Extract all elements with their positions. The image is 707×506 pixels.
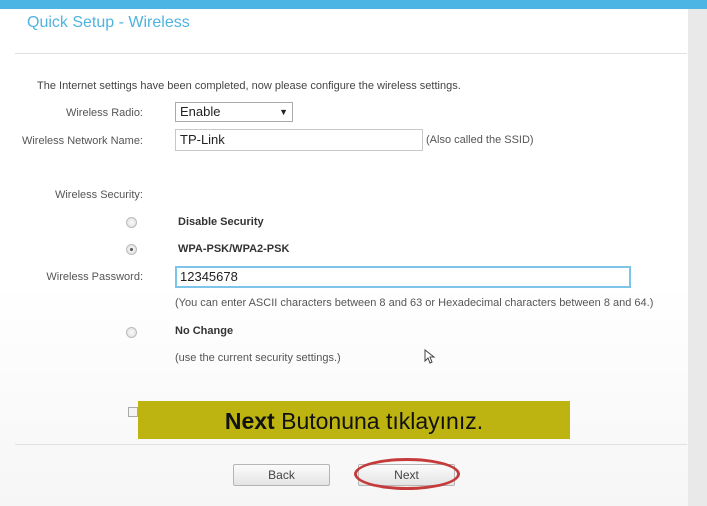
wireless-password-input[interactable]: 12345678: [175, 266, 631, 288]
scrollbar-track[interactable]: [688, 9, 707, 506]
no-change-radio[interactable]: [126, 327, 137, 338]
wireless-security-label: Wireless Security:: [54, 189, 143, 201]
title-divider: [15, 53, 687, 54]
network-name-input[interactable]: TP-Link: [175, 129, 423, 151]
network-name-label: Wireless Network Name:: [21, 135, 143, 147]
disable-security-radio[interactable]: [126, 217, 137, 228]
wireless-radio-select[interactable]: Enable ▼: [175, 102, 293, 122]
wireless-radio-label: Wireless Radio:: [65, 107, 143, 119]
disable-security-label: Disable Security: [178, 216, 264, 228]
mouse-cursor-icon: [424, 349, 436, 364]
password-hint: (You can enter ASCII characters between …: [175, 297, 654, 309]
wpa-psk-label: WPA-PSK/WPA2-PSK: [178, 243, 290, 255]
next-highlight-ring: [354, 458, 460, 490]
wireless-password-label: Wireless Password:: [46, 271, 143, 283]
instruction-banner: Next Butonuna tıklayınız.: [138, 401, 570, 439]
ssid-hint: (Also called the SSID): [426, 134, 534, 146]
wpa-psk-radio[interactable]: [126, 244, 137, 255]
page-title: Quick Setup - Wireless: [27, 14, 190, 31]
dropdown-arrow-icon: ▼: [279, 107, 288, 117]
no-change-hint: (use the current security settings.): [175, 352, 341, 364]
no-change-label: No Change: [175, 325, 234, 337]
wireless-radio-value: Enable: [180, 104, 221, 119]
back-button[interactable]: Back: [233, 464, 330, 486]
banner-bold-word: Next: [224, 408, 275, 434]
banner-text: Butonuna tıklayınız.: [274, 408, 484, 434]
buttons-divider: [15, 444, 687, 445]
top-accent-bar: [0, 0, 707, 9]
option-checkbox[interactable]: [128, 407, 138, 417]
intro-text: The Internet settings have been complete…: [37, 80, 461, 92]
